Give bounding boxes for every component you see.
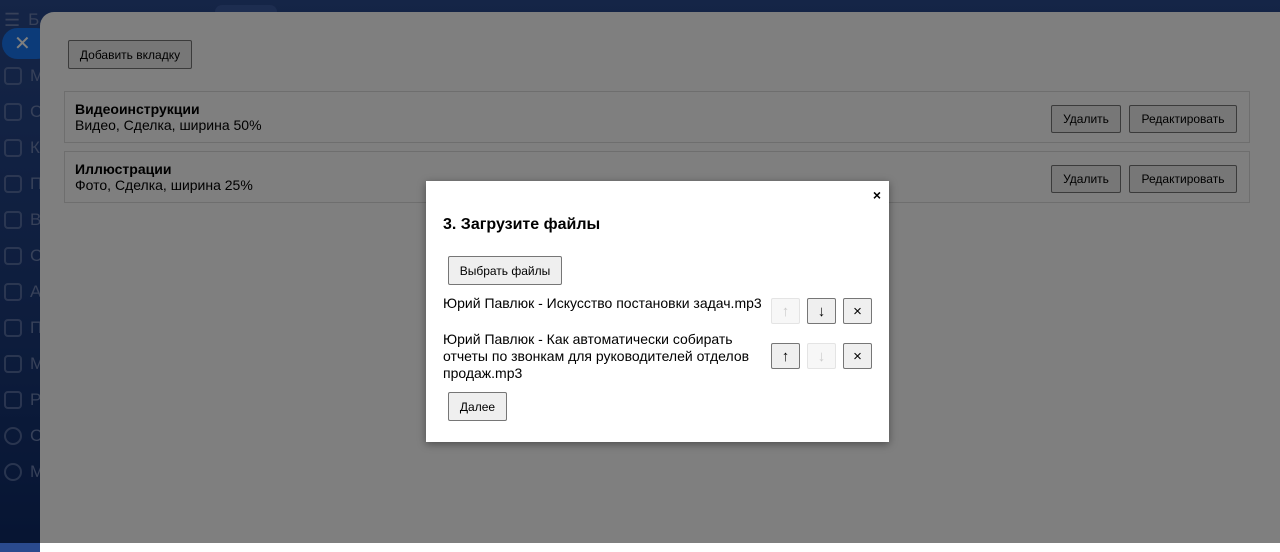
move-down-button[interactable]: ↓ bbox=[807, 343, 836, 369]
file-name: Юрий Павлюк - Искусство постановки задач… bbox=[443, 295, 762, 311]
modal-title: 3. Загрузите файлы bbox=[443, 216, 601, 233]
upload-modal: × 3. Загрузите файлы Выбрать файлы Юрий … bbox=[426, 181, 889, 442]
remove-file-button[interactable]: × bbox=[843, 343, 872, 369]
file-name: Юрий Павлюк - Как автоматически собирать… bbox=[443, 331, 750, 381]
move-up-button[interactable]: ↑ bbox=[771, 298, 800, 324]
next-button[interactable]: Далее bbox=[448, 392, 507, 421]
move-down-button[interactable]: ↓ bbox=[807, 298, 836, 324]
move-up-button[interactable]: ↑ bbox=[771, 343, 800, 369]
close-icon[interactable]: × bbox=[873, 187, 881, 203]
remove-file-button[interactable]: × bbox=[843, 298, 872, 324]
choose-files-button[interactable]: Выбрать файлы bbox=[448, 256, 562, 285]
